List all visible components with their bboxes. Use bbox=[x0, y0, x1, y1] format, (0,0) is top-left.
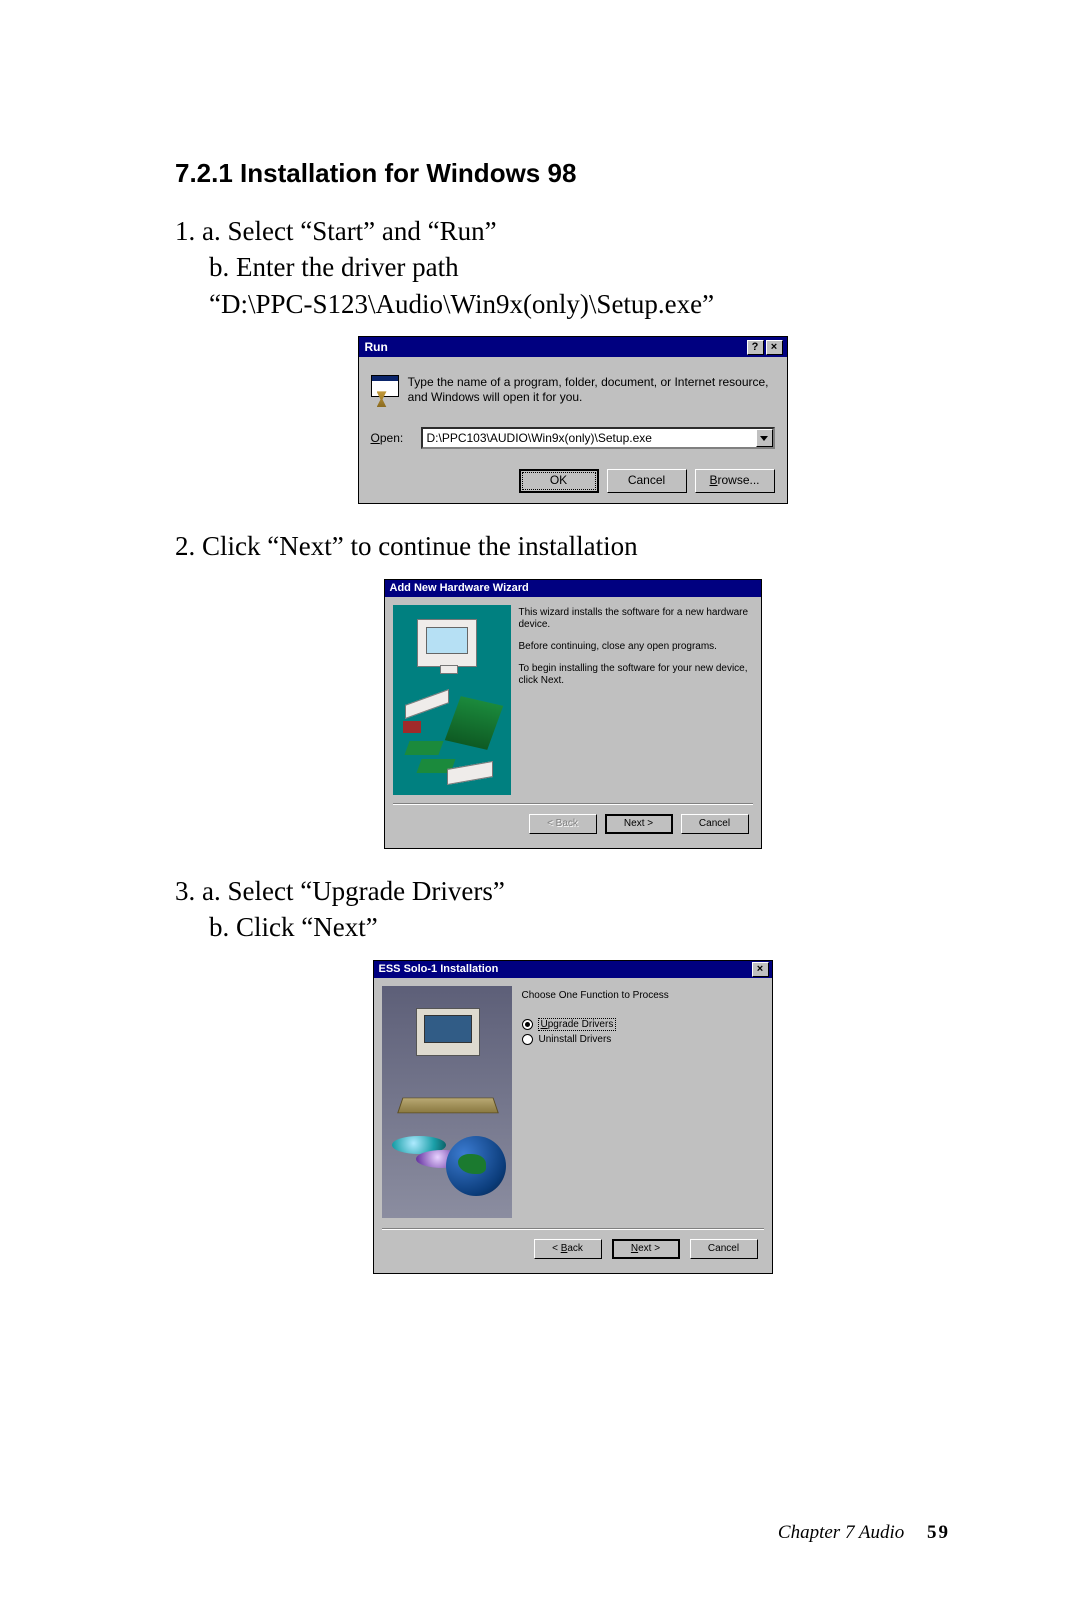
cancel-button[interactable]: Cancel bbox=[690, 1239, 758, 1259]
radio-uninstall-drivers[interactable]: Uninstall Drivers bbox=[522, 1034, 764, 1045]
browse-button[interactable]: Browse... bbox=[695, 469, 775, 493]
open-combobox[interactable] bbox=[421, 427, 775, 449]
open-input[interactable] bbox=[423, 429, 756, 447]
ess-title: ESS Solo-1 Installation bbox=[379, 963, 750, 975]
run-dialog: Run ? × Type the name of a program, fold… bbox=[358, 336, 788, 504]
cancel-button[interactable]: Cancel bbox=[607, 469, 687, 493]
page-footer: Chapter 7 Audio 59 bbox=[778, 1522, 950, 1544]
step-1: 1. a. Select “Start” and “Run” b. Enter … bbox=[175, 213, 970, 322]
dropdown-button[interactable] bbox=[756, 429, 773, 447]
back-button: < Back bbox=[529, 814, 597, 834]
section-heading: 7.2.1 Installation for Windows 98 bbox=[175, 158, 970, 189]
step-1-num: 1. bbox=[175, 216, 195, 246]
cancel-button[interactable]: Cancel bbox=[681, 814, 749, 834]
close-button[interactable]: × bbox=[766, 340, 783, 355]
radio-upgrade-label: Upgrade Drivers bbox=[539, 1019, 616, 1030]
wizard-text-2: Before continuing, close any open progra… bbox=[519, 641, 753, 653]
radio-icon bbox=[522, 1034, 533, 1045]
help-button[interactable]: ? bbox=[747, 340, 764, 355]
wizard-text-1: This wizard installs the software for a … bbox=[519, 607, 753, 631]
ess-illustration bbox=[382, 986, 512, 1218]
ess-heading: Choose One Function to Process bbox=[522, 990, 764, 1001]
step-3a: a. Select “Upgrade Drivers” bbox=[202, 876, 505, 906]
close-button[interactable]: × bbox=[752, 962, 769, 977]
wizard-illustration bbox=[393, 605, 511, 795]
next-button[interactable]: Next > bbox=[605, 814, 673, 834]
step-3-num: 3. bbox=[175, 876, 195, 906]
step-3: 3. a. Select “Upgrade Drivers” b. Click … bbox=[175, 873, 970, 946]
hardware-wizard-dialog: Add New Hardware Wizard This wizard inst… bbox=[384, 579, 762, 849]
radio-upgrade-drivers[interactable]: Upgrade Drivers bbox=[522, 1019, 764, 1030]
radio-uninstall-label: Uninstall Drivers bbox=[539, 1034, 612, 1045]
run-titlebar: Run ? × bbox=[359, 337, 787, 357]
step-3b: b. Click “Next” bbox=[175, 909, 970, 945]
run-title: Run bbox=[365, 340, 745, 354]
wizard-titlebar: Add New Hardware Wizard bbox=[385, 580, 761, 597]
wizard-text-3: To begin installing the software for you… bbox=[519, 663, 753, 687]
step-1a: a. Select “Start” and “Run” bbox=[202, 216, 497, 246]
wizard-title: Add New Hardware Wizard bbox=[390, 582, 758, 594]
back-button[interactable]: < Back bbox=[534, 1239, 602, 1259]
open-label: Open: bbox=[371, 431, 411, 445]
radio-icon bbox=[522, 1019, 533, 1030]
run-icon bbox=[371, 375, 394, 409]
ok-button[interactable]: OK bbox=[519, 469, 599, 493]
step-1b: b. Enter the driver path bbox=[175, 249, 970, 285]
ess-dialog: ESS Solo-1 Installation × Choose One Fun… bbox=[373, 960, 773, 1274]
ess-titlebar: ESS Solo-1 Installation × bbox=[374, 961, 772, 978]
step-2: 2. Click “Next” to continue the installa… bbox=[175, 528, 970, 564]
run-description: Type the name of a program, folder, docu… bbox=[408, 375, 775, 405]
chapter-label: Chapter 7 Audio bbox=[778, 1522, 904, 1543]
page-number: 59 bbox=[927, 1522, 950, 1543]
next-button[interactable]: Next > bbox=[612, 1239, 680, 1259]
step-1-path: “D:\PPC-S123\Audio\Win9x(only)\Setup.exe… bbox=[175, 286, 970, 322]
